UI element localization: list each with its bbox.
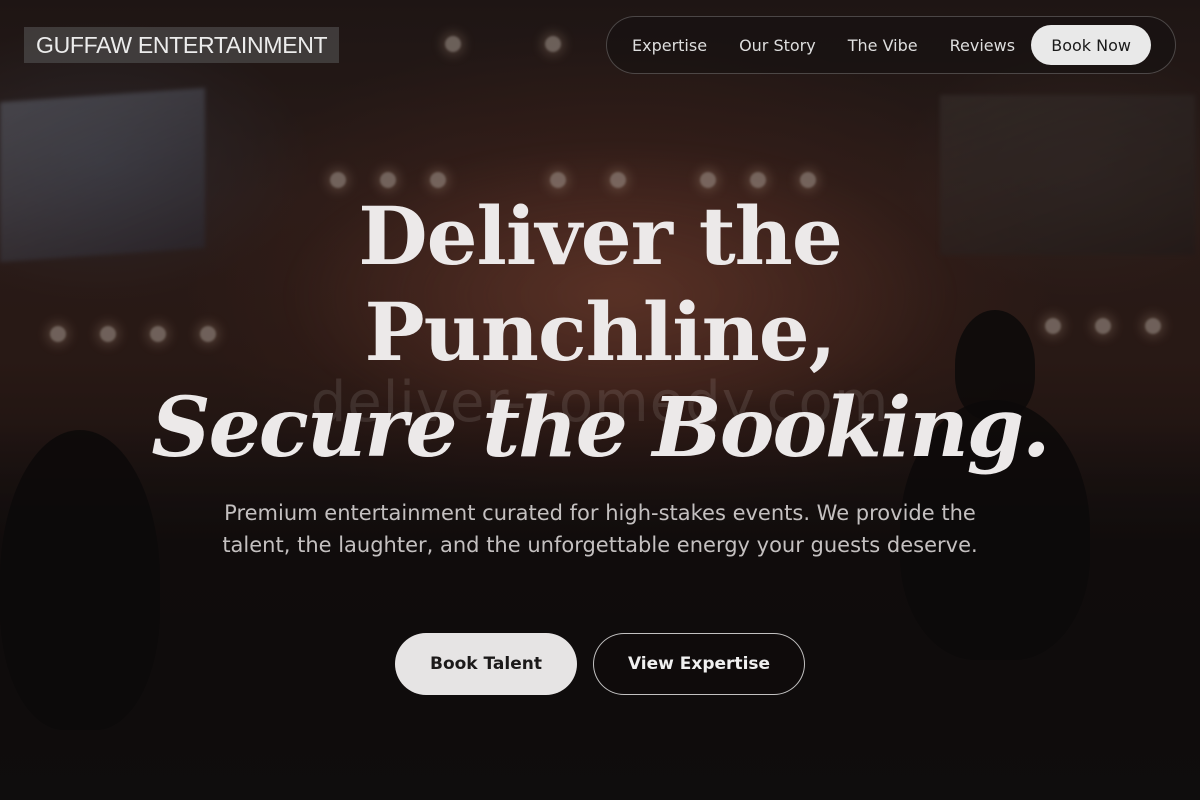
hero-title-line-1: Deliver the (358, 189, 842, 283)
book-talent-button[interactable]: Book Talent (395, 633, 577, 695)
nav-link-reviews[interactable]: Reviews (950, 36, 1015, 55)
view-expertise-button[interactable]: View Expertise (593, 633, 805, 695)
nav-link-the-vibe[interactable]: The Vibe (848, 36, 918, 55)
hero-title-line-3: Secure the Booking. (151, 380, 1050, 476)
hero-title: Deliver the Punchline, Secure the Bookin… (0, 188, 1200, 476)
landing-page: GUFFAW ENTERTAINMENT Expertise Our Story… (0, 0, 1200, 800)
nav-link-expertise[interactable]: Expertise (632, 36, 707, 55)
main-nav: Expertise Our Story The Vibe Reviews Boo… (606, 16, 1176, 74)
book-now-button[interactable]: Book Now (1031, 25, 1151, 65)
hero-title-line-2: Punchline, (364, 285, 836, 379)
hero-subtitle: Premium entertainment curated for high-s… (222, 501, 978, 557)
nav-link-our-story[interactable]: Our Story (739, 36, 816, 55)
brand-logo[interactable]: GUFFAW ENTERTAINMENT (24, 27, 340, 63)
